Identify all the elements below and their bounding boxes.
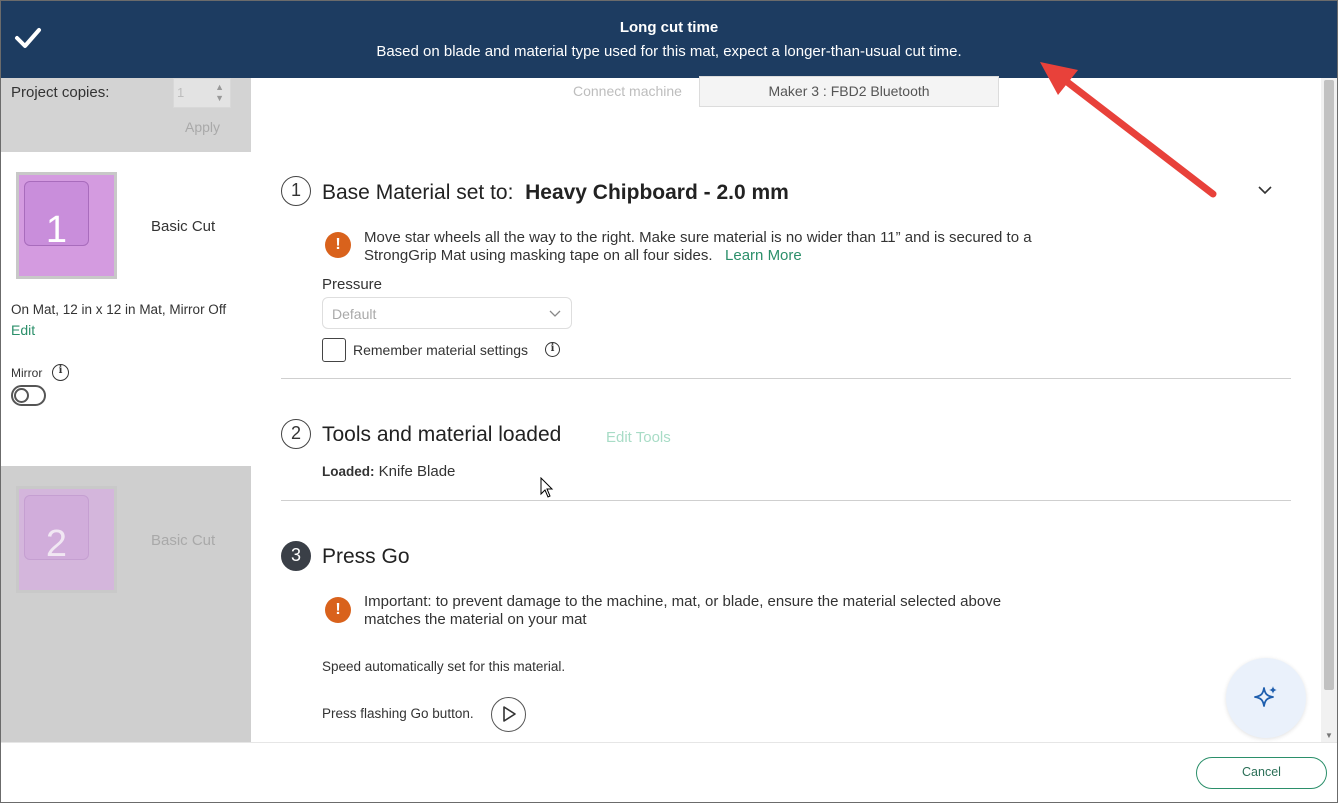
chevron-down-icon[interactable] <box>1257 182 1273 198</box>
pressure-select[interactable]: Default <box>322 297 572 329</box>
mat-info: On Mat, 12 in x 12 in Mat, Mirror Off <box>11 302 227 317</box>
info-icon[interactable]: i <box>545 342 560 357</box>
loaded-label: Loaded: <box>322 464 375 479</box>
warning-icon: ! <box>325 597 351 623</box>
edit-tools-link[interactable]: Edit Tools <box>606 429 671 446</box>
mat-2-panel[interactable]: 2 Basic Cut <box>1 466 251 742</box>
learn-more-link[interactable]: Learn More <box>725 247 802 264</box>
step-3-title: Press Go <box>322 545 410 568</box>
step-1-number: 1 <box>281 176 311 206</box>
material-warning: Move star wheels all the way to the righ… <box>364 229 1054 265</box>
material-warning-text: Move star wheels all the way to the righ… <box>364 229 1032 264</box>
divider <box>281 500 1291 501</box>
go-button[interactable] <box>491 697 526 732</box>
project-copies-value: 1 <box>177 85 185 100</box>
mat-grid: 2 <box>19 489 114 590</box>
down-arrow-icon[interactable]: ▼ <box>1325 731 1333 740</box>
mat-2-number: 2 <box>24 495 89 565</box>
mirror-label: Mirror <box>11 366 43 380</box>
step-2-title: Tools and material loaded <box>322 423 562 446</box>
go-note: Press flashing Go button. <box>322 706 474 721</box>
mat-1-thumbnail[interactable]: 1 <box>16 172 117 279</box>
remember-settings-checkbox[interactable] <box>322 338 346 362</box>
divider <box>281 378 1291 379</box>
footer <box>1 742 1337 802</box>
loaded-value: Knife Blade <box>378 463 456 480</box>
mat-1-name: Basic Cut <box>151 218 216 235</box>
mat-1-panel[interactable]: 1 Basic Cut On Mat, 12 in x 12 in Mat, M… <box>1 152 251 466</box>
banner-title: Long cut time <box>619 19 719 36</box>
project-copies-stepper[interactable]: 1 ▲ ▼ <box>173 78 231 108</box>
mat-grid: 1 <box>19 175 114 276</box>
scrollbar-thumb[interactable] <box>1324 80 1334 690</box>
machine-select-button[interactable]: Maker 3 : FBD2 Bluetooth <box>699 76 999 107</box>
step-1-title: Base Material set to: Heavy Chipboard - … <box>322 181 789 205</box>
step-1-title-prefix: Base Material set to: <box>322 181 514 204</box>
material-name: Heavy Chipboard - 2.0 mm <box>525 181 789 204</box>
mat-2-thumbnail[interactable]: 2 <box>16 486 117 593</box>
warning-icon: ! <box>325 232 351 258</box>
info-icon[interactable]: i <box>52 364 69 381</box>
project-copies-label: Project copies: <box>11 84 110 101</box>
go-warning-text: Important: to prevent damage to the mach… <box>364 593 1002 628</box>
assistant-button[interactable] <box>1226 658 1306 738</box>
mat-2-name: Basic Cut <box>151 532 216 549</box>
connect-machine-label: Connect machine <box>573 83 682 99</box>
up-arrow-icon[interactable]: ▲ <box>215 82 224 92</box>
remember-settings-label: Remember material settings <box>353 342 529 358</box>
down-arrow-icon[interactable]: ▼ <box>215 93 224 103</box>
pressure-value: Default <box>332 306 377 322</box>
apply-button[interactable]: Apply <box>185 119 220 135</box>
step-3-number: 3 <box>281 541 311 571</box>
sparkle-icon <box>1254 686 1277 707</box>
step-2-number: 2 <box>281 419 311 449</box>
banner-message: Based on blade and material type used fo… <box>376 43 962 60</box>
cancel-button[interactable]: Cancel <box>1196 757 1327 789</box>
play-icon <box>503 706 516 722</box>
edit-mat-link[interactable]: Edit <box>11 322 35 338</box>
mat-1-number: 1 <box>24 181 89 251</box>
toggle-knob <box>14 388 29 403</box>
pressure-label: Pressure <box>322 276 383 293</box>
mouse-cursor <box>540 477 554 498</box>
notification-banner: Long cut time Based on blade and materia… <box>1 1 1337 78</box>
mirror-toggle[interactable] <box>11 385 46 406</box>
chevron-down-icon <box>549 310 561 317</box>
project-copies-panel: Project copies: 1 ▲ ▼ Apply <box>1 78 251 152</box>
speed-note: Speed automatically set for this materia… <box>322 659 566 674</box>
scrollbar[interactable]: ▼ <box>1321 78 1337 742</box>
loaded-tools: Loaded: Knife Blade <box>322 463 455 480</box>
